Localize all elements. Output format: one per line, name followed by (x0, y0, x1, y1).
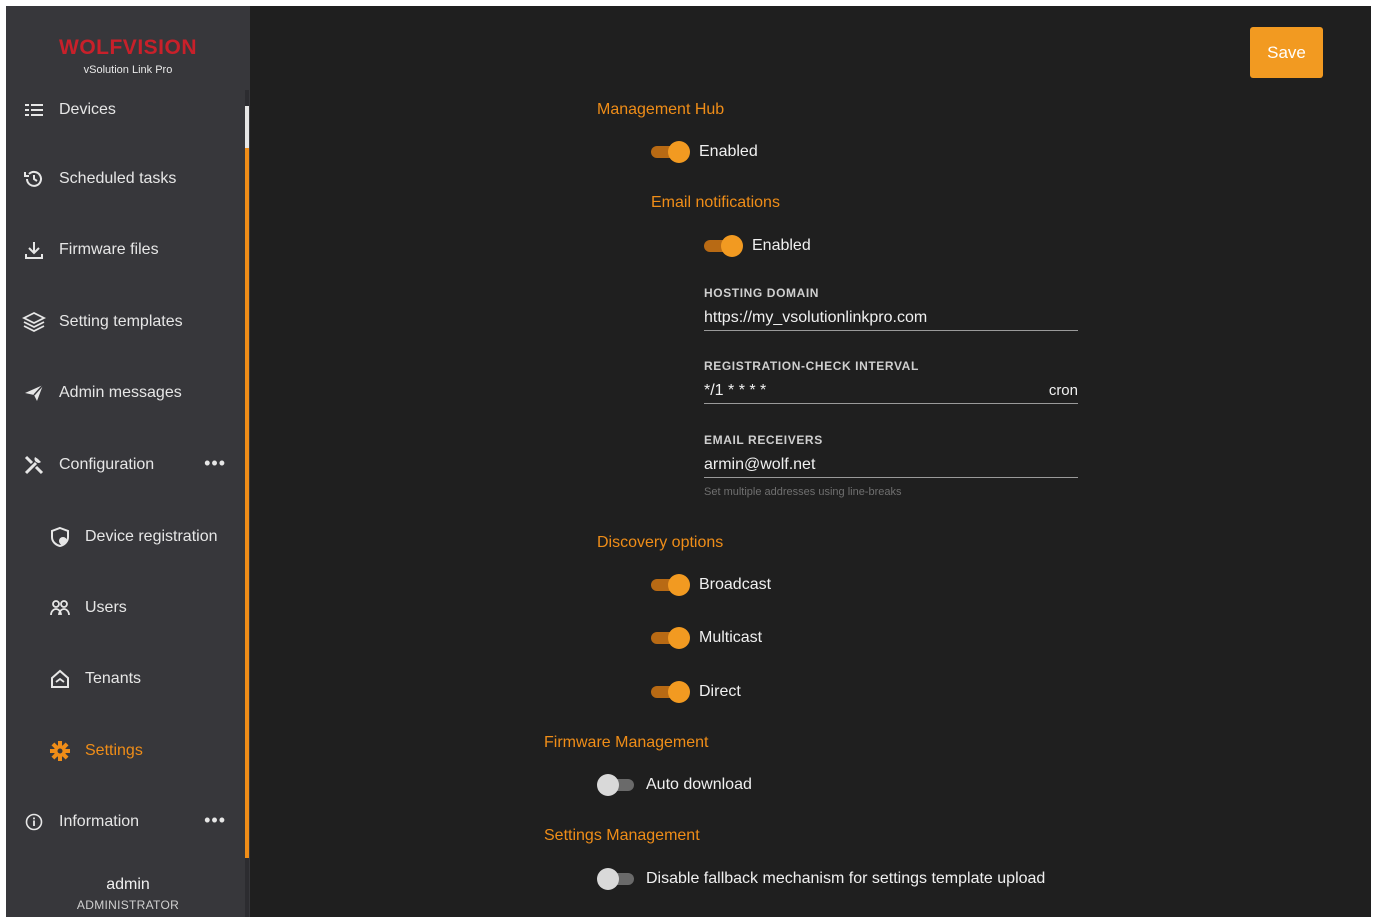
sidebar-item-information[interactable]: Information ••• (6, 800, 244, 844)
hosting-domain-field: HOSTING DOMAIN (704, 286, 1078, 331)
field-label: REGISTRATION-CHECK INTERVAL (704, 359, 919, 373)
sidebar-item-label: Devices (59, 101, 116, 118)
toggle-label: Auto download (646, 776, 752, 793)
product-name: vSolution Link Pro (83, 64, 173, 76)
sidebar-item-firmware-files[interactable]: Firmware files (6, 228, 244, 272)
sidebar-item-label: Users (85, 599, 127, 616)
hosting-domain-input-wrap (704, 308, 1078, 331)
field-suffix: cron (1048, 382, 1078, 399)
send-icon (22, 381, 46, 405)
sidebar-item-label: Scheduled tasks (59, 170, 177, 187)
sidebar: Devices WOLFVISION vSolution Link Pro Sc… (6, 6, 250, 917)
sidebar-item-label: Tenants (85, 670, 142, 687)
sidebar-item-users[interactable]: Users (6, 586, 244, 630)
management-hub-toggle-row: Enabled (650, 141, 758, 163)
section-title-settings-management: Settings Management (544, 827, 700, 844)
tenant-icon (48, 667, 72, 691)
user-role: ADMINISTRATOR (76, 898, 180, 912)
section-title-firmware: Firmware Management (544, 734, 709, 751)
sidebar-item-scheduled-tasks[interactable]: Scheduled tasks (6, 157, 244, 201)
toggle-label: Multicast (699, 629, 763, 646)
multicast-toggle-row: Multicast (650, 627, 762, 649)
sidebar-item-configuration[interactable]: Configuration ••• (6, 443, 244, 487)
sidebar-item-device-registration[interactable]: Device registration (6, 515, 244, 559)
user-name[interactable]: admin (6, 876, 250, 894)
toggle-label: Enabled (699, 143, 758, 160)
toggle-label: Direct (699, 683, 741, 700)
direct-toggle-row: Direct (650, 681, 741, 703)
auto-download-toggle[interactable] (597, 774, 637, 796)
broadcast-toggle[interactable] (650, 574, 690, 596)
email-receivers-input-wrap (704, 455, 1078, 478)
email-receivers-input[interactable] (704, 455, 1078, 474)
sidebar-item-label: Admin messages (59, 384, 182, 401)
users-icon (48, 596, 72, 620)
logo-wordmark: WOLFVISION (59, 36, 197, 59)
direct-toggle[interactable] (650, 681, 690, 703)
list-icon (22, 98, 46, 122)
sidebar-item-admin-messages[interactable]: Admin messages (6, 371, 244, 415)
fallback-toggle-row: Disable fallback mechanism for settings … (597, 868, 1045, 890)
sidebar-item-label: Device registration (85, 528, 218, 545)
multicast-toggle[interactable] (650, 627, 690, 649)
field-hint: Set multiple addresses using line-breaks (704, 486, 902, 498)
sidebar-item-label: Settings (85, 742, 143, 759)
hosting-domain-input[interactable] (704, 308, 1078, 327)
sidebar-item-setting-templates[interactable]: Setting templates (6, 300, 244, 344)
save-button[interactable]: Save (1250, 27, 1323, 78)
broadcast-toggle-row: Broadcast (650, 574, 771, 596)
sidebar-scroll-track-highlight (245, 106, 249, 858)
layers-icon (22, 310, 46, 334)
gear-icon (48, 739, 72, 763)
shield-icon (48, 525, 72, 549)
sidebar-item-settings[interactable]: Settings (6, 729, 244, 773)
sidebar-item-label: Configuration (59, 456, 155, 473)
section-title-email-notifications: Email notifications (651, 194, 780, 211)
toggle-label: Disable fallback mechanism for settings … (646, 870, 1046, 887)
section-title-management-hub: Management Hub (597, 101, 725, 118)
sidebar-item-devices[interactable]: Devices (6, 88, 244, 132)
tools-icon (22, 453, 46, 477)
brand-logo: WOLFVISION vSolution Link Pro (6, 6, 250, 90)
app-window: Devices WOLFVISION vSolution Link Pro Sc… (6, 6, 1371, 917)
email-notifications-toggle[interactable] (703, 235, 743, 257)
more-icon[interactable]: ••• (204, 810, 226, 831)
toggle-label: Enabled (752, 237, 811, 254)
field-label: EMAIL RECEIVERS (704, 433, 823, 447)
email-toggle-row: Enabled (703, 235, 811, 257)
fallback-toggle[interactable] (597, 868, 637, 890)
settings-panel: Save Management Hub Enabled Email notifi… (250, 6, 1371, 917)
history-icon (22, 167, 46, 191)
toggle-label: Broadcast (699, 576, 772, 593)
field-label: HOSTING DOMAIN (704, 286, 820, 300)
registration-interval-input-wrap: cron (704, 381, 1078, 404)
sidebar-item-label: Information (59, 813, 140, 830)
email-receivers-field: EMAIL RECEIVERS Set multiple addresses u… (704, 433, 1078, 498)
registration-interval-input[interactable] (704, 381, 1049, 400)
auto-download-toggle-row: Auto download (597, 774, 752, 796)
download-icon (22, 238, 46, 262)
more-icon[interactable]: ••• (204, 453, 226, 474)
sidebar-item-tenants[interactable]: Tenants (6, 657, 244, 701)
section-title-discovery: Discovery options (597, 534, 724, 551)
registration-interval-field: REGISTRATION-CHECK INTERVAL cron (704, 359, 1078, 404)
management-hub-toggle[interactable] (650, 141, 690, 163)
sidebar-scroll-thumb[interactable] (245, 106, 249, 148)
sidebar-item-label: Firmware files (59, 241, 159, 258)
sidebar-item-label: Setting templates (59, 313, 183, 330)
info-icon (22, 810, 46, 834)
